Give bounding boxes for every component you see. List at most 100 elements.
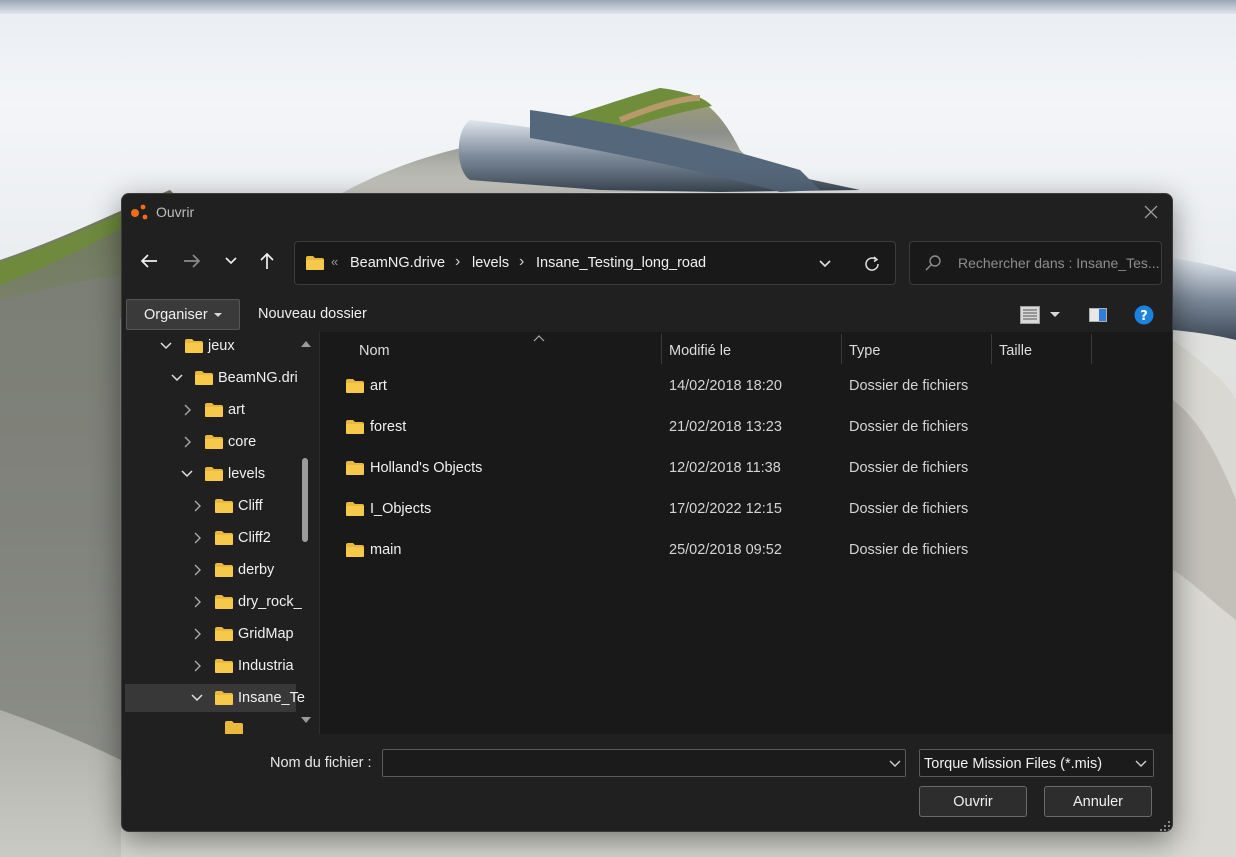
new-folder-button[interactable]: Nouveau dossier xyxy=(258,306,367,322)
tree-item-label: dry_rock_ xyxy=(238,594,302,610)
chevron-right-icon[interactable] xyxy=(191,563,205,577)
help-button[interactable]: ? xyxy=(1134,304,1154,326)
view-list-icon xyxy=(1020,306,1040,324)
tree-item-derby[interactable]: derby xyxy=(125,556,296,584)
tree-item-label: Cliff xyxy=(238,498,263,514)
filename-label: Nom du fichier : xyxy=(270,755,372,771)
folder-icon xyxy=(306,256,324,270)
filename-input[interactable] xyxy=(389,754,879,774)
breadcrumb-overflow-icon[interactable]: « xyxy=(331,254,338,269)
file-name: main xyxy=(370,542,402,558)
file-row[interactable]: forest 21/02/2018 13:23 Dossier de fichi… xyxy=(320,410,1172,444)
scroll-thumb[interactable] xyxy=(302,458,308,542)
scroll-down-icon[interactable] xyxy=(301,716,311,724)
search-box[interactable] xyxy=(909,241,1162,285)
file-row[interactable]: Holland's Objects 12/02/2018 11:38 Dossi… xyxy=(320,451,1172,485)
open-button[interactable]: Ouvrir xyxy=(919,786,1027,817)
chevron-down-icon[interactable] xyxy=(170,371,184,385)
folder-icon xyxy=(215,531,233,545)
tree-item-label: Industria xyxy=(238,658,294,674)
file-type: Dossier de fichiers xyxy=(849,542,969,558)
arrow-up-icon xyxy=(260,252,274,269)
tree-item-insane-testing[interactable]: Insane_Te xyxy=(125,684,305,712)
breadcrumb-levels[interactable]: levels xyxy=(472,255,509,271)
tree-item-industrial[interactable]: Industria xyxy=(125,652,296,680)
breadcrumb-separator-icon[interactable]: › xyxy=(519,253,524,271)
organize-button[interactable]: Organiser xyxy=(126,299,240,330)
tree-item-core[interactable]: core xyxy=(125,428,296,456)
tree-item-jeux[interactable]: jeux xyxy=(125,332,296,360)
chevron-down-icon xyxy=(1135,760,1147,767)
change-view-button[interactable] xyxy=(1020,304,1060,326)
address-bar[interactable]: « BeamNG.drive › levels › Insane_Testing… xyxy=(294,241,896,285)
chevron-right-icon[interactable] xyxy=(191,499,205,513)
file-name: art xyxy=(370,378,387,394)
column-header-type[interactable]: Type xyxy=(841,332,991,370)
tree-item-partial[interactable] xyxy=(125,716,296,734)
chevron-right-icon[interactable] xyxy=(191,659,205,673)
breadcrumb-separator-icon[interactable]: › xyxy=(455,253,460,271)
tree-item-cliff2[interactable]: Cliff2 xyxy=(125,524,296,552)
filetype-select[interactable]: Torque Mission Files (*.mis) xyxy=(919,749,1154,777)
chevron-down-icon[interactable] xyxy=(159,339,173,353)
folder-icon xyxy=(215,563,233,577)
resize-grip-icon[interactable] xyxy=(1160,821,1170,831)
tree-item-cliff[interactable]: Cliff xyxy=(125,492,296,520)
close-button[interactable] xyxy=(1130,194,1172,230)
chevron-right-icon[interactable] xyxy=(181,435,195,449)
refresh-button[interactable] xyxy=(859,252,885,276)
file-row[interactable]: art 14/02/2018 18:20 Dossier de fichiers xyxy=(320,369,1172,403)
tree-item-gridmap[interactable]: GridMap xyxy=(125,620,296,648)
column-header-name[interactable]: Nom xyxy=(351,332,661,370)
tree-item-label: core xyxy=(228,434,257,450)
column-separator[interactable] xyxy=(1091,334,1092,364)
search-input[interactable] xyxy=(958,252,1160,274)
file-list: Nom Modifié le Type Taille art 14/02/201… xyxy=(320,332,1172,734)
dialog-title: Ouvrir xyxy=(156,204,195,220)
tree-item-label: Insane_Te xyxy=(238,690,305,706)
folder-icon xyxy=(346,461,364,475)
command-bar: Organiser Nouveau dossier ? xyxy=(122,296,1172,332)
chevron-down-icon[interactable] xyxy=(889,760,901,768)
organize-label: Organiser xyxy=(144,306,208,323)
cancel-button[interactable]: Annuler xyxy=(1044,786,1152,817)
column-header-size[interactable]: Taille xyxy=(991,332,1091,370)
file-row[interactable]: main 25/02/2018 09:52 Dossier de fichier… xyxy=(320,533,1172,567)
folder-icon xyxy=(225,721,243,734)
recent-locations-button[interactable] xyxy=(215,244,247,278)
breadcrumb-current[interactable]: Insane_Testing_long_road xyxy=(536,255,706,271)
back-button[interactable] xyxy=(133,244,165,278)
file-modified: 21/02/2018 13:23 xyxy=(669,419,782,435)
chevron-right-icon[interactable] xyxy=(191,531,205,545)
tree-item-dry-rock[interactable]: dry_rock_ xyxy=(125,588,302,616)
up-button[interactable] xyxy=(251,244,283,278)
chevron-down-icon xyxy=(819,260,831,268)
column-header-modified[interactable]: Modifié le xyxy=(661,332,841,370)
breadcrumb-beamng[interactable]: BeamNG.drive xyxy=(350,255,445,271)
scroll-up-icon[interactable] xyxy=(301,340,311,348)
chevron-right-icon[interactable] xyxy=(191,627,205,641)
chevron-right-icon[interactable] xyxy=(191,595,205,609)
open-file-dialog: Ouvrir « BeamNG.drive › levels › Insane_… xyxy=(121,193,1173,832)
file-type: Dossier de fichiers xyxy=(849,501,969,517)
chevron-down-icon[interactable] xyxy=(190,691,204,705)
preview-pane-button[interactable] xyxy=(1089,304,1107,326)
column-name-label: Nom xyxy=(359,343,390,359)
folder-icon xyxy=(205,467,223,481)
tree-item-label: jeux xyxy=(208,338,235,354)
tree-item-label: derby xyxy=(238,562,275,578)
tree-scrollbar[interactable] xyxy=(297,332,319,734)
filename-combobox[interactable] xyxy=(382,749,906,777)
tree-item-levels[interactable]: levels xyxy=(125,460,296,488)
chevron-down-icon[interactable] xyxy=(180,467,194,481)
column-modified-label: Modifié le xyxy=(669,343,732,359)
forward-button[interactable] xyxy=(176,244,208,278)
tree-item-label: art xyxy=(228,402,245,418)
file-modified: 12/02/2018 11:38 xyxy=(669,460,781,476)
address-history-button[interactable] xyxy=(813,252,837,276)
file-name: forest xyxy=(370,419,407,435)
file-row[interactable]: I_Objects 17/02/2022 12:15 Dossier de fi… xyxy=(320,492,1172,526)
tree-item-art[interactable]: art xyxy=(125,396,296,424)
chevron-right-icon[interactable] xyxy=(181,403,195,417)
tree-item-beamng[interactable]: BeamNG.dri xyxy=(125,364,298,392)
